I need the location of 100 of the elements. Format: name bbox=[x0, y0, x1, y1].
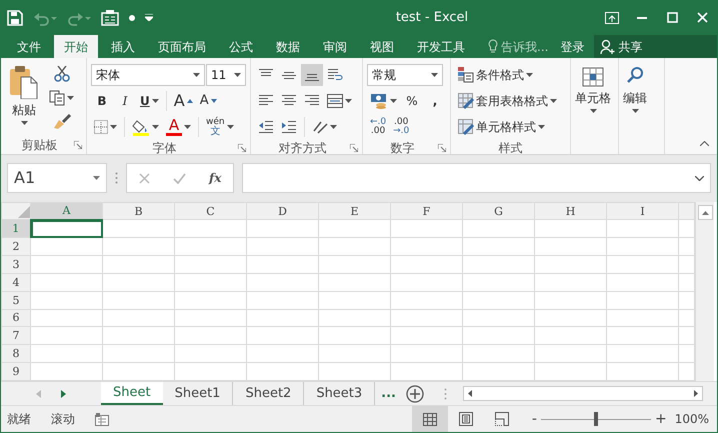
ribbon-tab[interactable]: 开始 bbox=[54, 35, 98, 58]
caret-icon bbox=[67, 96, 74, 100]
right-caret-icon[interactable] bbox=[694, 390, 698, 397]
row-header[interactable]: 1 bbox=[2, 220, 30, 238]
ribbon-tab[interactable]: 文件 bbox=[7, 35, 51, 58]
row-header[interactable]: 6 bbox=[2, 309, 30, 327]
view-button[interactable] bbox=[412, 406, 448, 432]
share-button[interactable]: 共享 bbox=[594, 35, 717, 58]
maximize-icon[interactable] bbox=[666, 12, 678, 23]
underline-button[interactable]: U bbox=[137, 90, 162, 112]
caret-icon bbox=[538, 125, 545, 129]
tell-me-field[interactable]: 告诉我... bbox=[501, 38, 548, 56]
ribbon-options-icon[interactable] bbox=[605, 12, 619, 24]
ribbon-tab[interactable]: 审阅 bbox=[313, 35, 357, 58]
align-button[interactable] bbox=[301, 64, 323, 86]
increase-indent-icon bbox=[281, 120, 297, 134]
minimize-icon[interactable] bbox=[637, 16, 647, 18]
dot-icon[interactable] bbox=[129, 14, 135, 20]
editing-button[interactable]: 编辑 bbox=[623, 63, 647, 136]
status-text: 就绪 bbox=[7, 411, 31, 428]
name-box[interactable]: A1 bbox=[7, 163, 107, 193]
italic-button[interactable]: I bbox=[114, 90, 136, 112]
more-sheets-button[interactable]: ... bbox=[375, 382, 402, 405]
column-header[interactable]: B bbox=[102, 202, 174, 220]
brush-icon bbox=[52, 114, 70, 130]
scroll-up-button[interactable] bbox=[698, 205, 712, 220]
font-size-dropdown[interactable]: 11 bbox=[206, 64, 246, 86]
sign-in-link[interactable]: 登录 bbox=[554, 35, 590, 58]
decrease-decimal-button[interactable]: .00 →.0 bbox=[390, 116, 412, 138]
font-name-dropdown[interactable]: 宋体 bbox=[91, 64, 205, 86]
shrink-font-button[interactable]: A bbox=[196, 90, 220, 112]
collapse-ribbon-icon[interactable] bbox=[700, 141, 709, 146]
comma-button[interactable]: , bbox=[424, 90, 446, 112]
zoom-percent[interactable]: 100% bbox=[674, 410, 709, 428]
borders-icon bbox=[94, 120, 108, 134]
sheet-tab[interactable]: Sheet bbox=[101, 382, 163, 405]
bold-button[interactable]: B bbox=[91, 90, 113, 112]
add-sheet-icon[interactable] bbox=[406, 384, 424, 402]
close-icon[interactable] bbox=[696, 12, 708, 23]
caret-icon bbox=[184, 125, 191, 129]
column-header[interactable]: H bbox=[534, 202, 606, 220]
column-header[interactable]: D bbox=[246, 202, 318, 220]
zoom-in-button[interactable]: + bbox=[650, 408, 671, 430]
dialog-launcher-icon[interactable] bbox=[438, 144, 446, 152]
dialog-launcher-icon[interactable] bbox=[350, 144, 358, 152]
column-header[interactable]: I bbox=[606, 202, 678, 220]
copy-icon bbox=[49, 90, 65, 106]
increase-decimal-button[interactable]: ←.0 .00 bbox=[367, 116, 390, 138]
left-caret-icon[interactable] bbox=[468, 390, 472, 397]
number-format-dropdown[interactable]: 常规 bbox=[367, 64, 443, 86]
caret-icon bbox=[234, 73, 241, 77]
row-header[interactable]: 5 bbox=[2, 291, 30, 310]
horizontal-scrollbar[interactable] bbox=[463, 386, 703, 401]
styles-button[interactable]: 单元格样式 bbox=[455, 116, 548, 138]
column-header[interactable]: C bbox=[174, 202, 246, 220]
dialog-launcher-icon[interactable] bbox=[238, 144, 246, 152]
next-sheet-button[interactable] bbox=[61, 390, 66, 398]
zoom-out-button[interactable]: - bbox=[528, 408, 541, 430]
row-header[interactable]: 7 bbox=[2, 326, 30, 345]
caret-icon bbox=[226, 125, 234, 129]
phonetic-button[interactable]: wén 文 bbox=[203, 116, 237, 138]
row-header[interactable]: 2 bbox=[2, 238, 30, 256]
styles-button[interactable]: 条件格式 bbox=[455, 64, 536, 86]
column-header[interactable]: G bbox=[462, 202, 534, 220]
formula-field[interactable] bbox=[242, 163, 711, 193]
save-icon[interactable] bbox=[7, 10, 23, 26]
ribbon-tab[interactable]: 视图 bbox=[360, 35, 404, 58]
ribbon-tab[interactable]: 插入 bbox=[101, 35, 145, 58]
row-header[interactable]: 4 bbox=[2, 273, 30, 292]
down-caret-icon bbox=[210, 99, 217, 103]
paste-button[interactable]: 粘贴 bbox=[5, 63, 43, 136]
column-header[interactable]: F bbox=[390, 202, 462, 220]
ribbon-tab[interactable]: 页面布局 bbox=[148, 35, 216, 58]
chevron-down-icon[interactable] bbox=[695, 176, 704, 180]
macro-record-icon[interactable] bbox=[95, 412, 109, 426]
active-cell[interactable] bbox=[30, 220, 102, 238]
column-header[interactable]: E bbox=[318, 202, 390, 220]
caret-icon bbox=[93, 176, 100, 180]
form-icon[interactable] bbox=[101, 10, 119, 26]
font-color-button[interactable]: A bbox=[163, 116, 194, 138]
group-label: 对齐方式 bbox=[278, 140, 328, 157]
align-left-icon bbox=[258, 94, 274, 108]
up-caret-icon bbox=[702, 210, 708, 214]
row-header[interactable]: 9 bbox=[2, 362, 30, 380]
row-header[interactable]: 3 bbox=[2, 256, 30, 274]
ribbon-tab[interactable]: 公式 bbox=[219, 35, 263, 58]
customize-icon[interactable] bbox=[145, 14, 153, 21]
row-header[interactable]: 8 bbox=[2, 344, 30, 363]
grow-font-button[interactable]: A bbox=[170, 90, 196, 112]
cells-button[interactable]: 单元格 bbox=[575, 63, 611, 136]
scissors-icon bbox=[54, 66, 70, 82]
column-header[interactable]: A bbox=[30, 202, 102, 220]
ribbon-tab[interactable]: 数据 bbox=[266, 35, 310, 58]
dialog-launcher-icon[interactable] bbox=[74, 141, 82, 149]
styles-button[interactable]: 套用表格格式 bbox=[455, 90, 560, 112]
insert-function-button[interactable]: fx bbox=[209, 169, 222, 187]
caret-icon bbox=[345, 99, 352, 103]
zoom-slider-thumb[interactable] bbox=[594, 412, 598, 426]
percent-button[interactable]: % bbox=[401, 90, 423, 112]
ribbon-tab[interactable]: 开发工具 bbox=[407, 35, 475, 58]
